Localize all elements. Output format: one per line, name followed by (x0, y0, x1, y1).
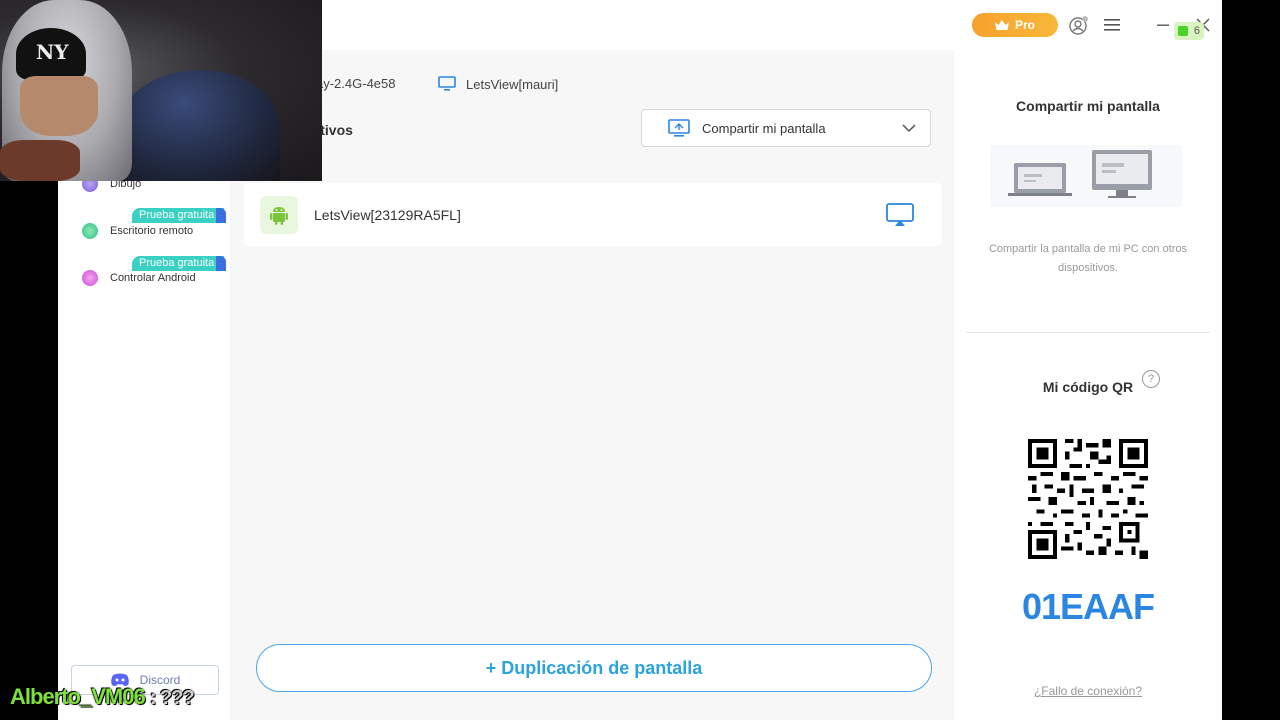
share-description: Compartir la pantalla de mi PC con otros… (988, 243, 1188, 274)
divider (966, 332, 1210, 333)
webcam-person (120, 70, 280, 181)
help-icon[interactable]: ? (1142, 370, 1160, 388)
connection-failure-link[interactable]: ¿Fallo de conexión? (954, 684, 1222, 698)
minimize-icon[interactable] (1152, 14, 1174, 36)
webcam-hands (0, 140, 80, 181)
sidebar-item-label: Controlar Android (110, 272, 196, 284)
network-label: ay-2.4G-4e58 (316, 76, 396, 91)
chevron-down-icon (902, 124, 916, 133)
stream-overlay-text: Alberto_VM06 : ??? (10, 684, 195, 710)
share-select-value: Compartir mi pantalla (702, 120, 826, 136)
share-screen-title: Compartir mi pantalla (1016, 98, 1160, 114)
main-panel: ay-2.4G-4e58 LetsView[mauri] ositivos Co… (230, 50, 954, 720)
device-tab-label: LetsView[mauri] (466, 76, 559, 92)
overlay-username: Alberto_VM06 (10, 684, 146, 709)
battery-count: 6 (1193, 25, 1200, 37)
tab-network[interactable]: ay-2.4G-4e58 (316, 76, 396, 91)
sidebar-item-label: Escritorio remoto (110, 225, 194, 237)
qr-title: Mi código QR (1042, 379, 1134, 395)
qr-code (1028, 439, 1148, 559)
device-name: LetsView[23129RA5FL] (314, 206, 461, 223)
tab-device-letsview[interactable]: LetsView[mauri] (438, 76, 558, 92)
android-icon (260, 195, 298, 234)
crown-icon (994, 20, 1009, 30)
cap-logo-icon: NY (16, 28, 86, 80)
sidebar-item-escritorio-remoto[interactable]: Escritorio remoto (82, 223, 193, 239)
share-screen-select[interactable]: Compartir mi pantalla (641, 109, 931, 147)
webcam-face (20, 76, 98, 136)
account-icon[interactable] (1068, 14, 1090, 36)
right-panel: Compartir mi pantalla Compartir la panta… (954, 50, 1222, 720)
cast-icon[interactable] (886, 202, 914, 227)
trial-tag: Prueba gratuita (132, 208, 227, 223)
device-row[interactable]: LetsView[23129RA5FL] (244, 183, 942, 246)
overlay-message: : ??? (149, 687, 195, 709)
screen-duplication-button[interactable]: + Duplicación de pantalla (256, 644, 932, 692)
duplication-label: + Duplicación de pantalla (485, 657, 703, 678)
menu-icon[interactable] (1101, 14, 1123, 36)
webcam-overlay: NY (0, 0, 322, 181)
monitor-icon (438, 76, 456, 91)
connection-code: 01EAAF (1021, 586, 1155, 627)
remote-desktop-icon (82, 223, 98, 239)
share-screen-icon (668, 119, 690, 137)
share-illustration-icon (990, 145, 1182, 207)
sidebar-item-controlar-android[interactable]: Controlar Android (82, 270, 196, 286)
pro-label: Pro (1014, 18, 1035, 32)
pro-button[interactable]: Pro (972, 13, 1058, 37)
battery-badge: 6 (1174, 22, 1204, 40)
trial-tag: Prueba gratuita (132, 256, 227, 271)
screen: Pro 6 Dibujo Prueba gratuita Escritorio … (0, 0, 1280, 720)
battery-icon (1178, 26, 1188, 36)
android-control-icon (82, 270, 98, 286)
